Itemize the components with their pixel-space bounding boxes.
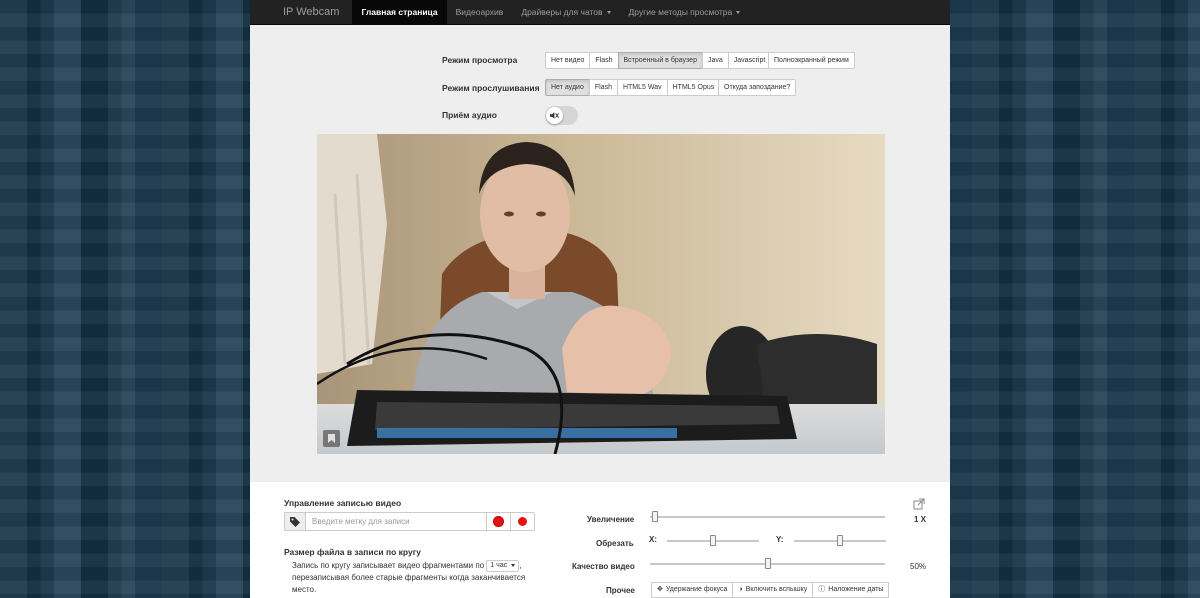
- crop-y-slider-thumb[interactable]: [837, 535, 843, 546]
- view-mode-java[interactable]: Java: [701, 52, 729, 69]
- flash-toggle-button[interactable]: ◑ Включить вспышку: [732, 582, 814, 598]
- view-mode-none[interactable]: Нет видео: [545, 52, 591, 69]
- record-loop-button[interactable]: [486, 512, 511, 531]
- controls-panel: Управление записью видео Введите метку д…: [250, 482, 950, 598]
- tag-glyph: [290, 516, 300, 527]
- info-icon: ⓘ: [818, 586, 826, 593]
- quality-label: Качество видео: [572, 562, 635, 571]
- flash-toggle-label: Включить вспышку: [745, 586, 808, 593]
- bookmark-glyph: [328, 434, 335, 443]
- brand[interactable]: IP Webcam: [250, 0, 352, 25]
- nav-chat-drivers-label: Драйверы для чатов: [521, 6, 603, 17]
- nav-other-methods-label: Другие методы просмотра: [628, 6, 733, 17]
- crop-y-label: Y:: [776, 535, 784, 544]
- bookmark-icon[interactable]: [323, 430, 340, 447]
- record-loop-icon: [494, 517, 503, 526]
- zoom-value: 1 X: [914, 515, 927, 524]
- date-overlay-button[interactable]: ⓘ Наложение даты: [812, 582, 890, 598]
- half-circle-icon: ◑: [738, 586, 743, 593]
- quality-slider-thumb[interactable]: [764, 558, 771, 569]
- navbar: IP Webcam Главная страница Видеоархив Др…: [250, 0, 950, 25]
- loop-size-title: Размер файла в записи по кругу: [284, 547, 421, 557]
- recording-tag-group: Введите метку для записи: [284, 512, 535, 531]
- loop-chunk-select[interactable]: 1 час: [486, 560, 520, 572]
- zoom-slider[interactable]: [650, 516, 885, 518]
- listen-mode-html5-opus[interactable]: HTML5 Opus: [666, 79, 721, 96]
- crop-label: Обрезать: [596, 539, 634, 548]
- webcam-image: [317, 134, 885, 454]
- speaker-icon: [550, 112, 559, 119]
- record-icon: [518, 517, 527, 526]
- view-mode-javascript[interactable]: Javascript: [727, 52, 772, 69]
- move-icon: ✥: [657, 586, 663, 593]
- view-mode-group: Нет видео Flash Встроенный в браузер Jav…: [545, 52, 772, 69]
- nav-home[interactable]: Главная страница: [352, 0, 447, 25]
- tag-icon: [284, 512, 306, 531]
- zoom-label: Увеличение: [587, 515, 635, 524]
- date-overlay-label: Наложение даты: [828, 586, 884, 593]
- zoom-slider-thumb[interactable]: [651, 511, 658, 522]
- view-mode-browser[interactable]: Встроенный в браузер: [617, 52, 703, 69]
- audio-receive-toggle[interactable]: [545, 106, 578, 125]
- quality-value: 50%: [910, 562, 927, 571]
- caret-down-icon: [511, 563, 516, 567]
- nav-video-archive[interactable]: Видеоархив: [447, 0, 513, 25]
- fullscreen-button[interactable]: Полноэкранный режим: [768, 52, 855, 69]
- video-stream[interactable]: [317, 134, 885, 454]
- recording-tag-input[interactable]: Введите метку для записи: [306, 512, 487, 531]
- caret-down-icon: [606, 10, 611, 14]
- recording-title: Управление записью видео: [284, 498, 402, 508]
- listen-mode-none[interactable]: Нет аудио: [545, 79, 590, 96]
- crop-x-label: X:: [649, 535, 657, 544]
- page-container: IP Webcam Главная страница Видеоархив Др…: [250, 0, 950, 598]
- caret-down-icon: [736, 10, 741, 14]
- loop-size-description: Запись по кругу записывает видео фрагмен…: [292, 560, 532, 596]
- view-mode-label: Режим просмотра: [442, 55, 518, 65]
- listen-mode-group: Нет аудио Flash HTML5 Wav HTML5 Opus: [545, 79, 721, 96]
- focus-hold-label: Удержание фокуса: [665, 586, 728, 593]
- record-button[interactable]: [510, 512, 535, 531]
- misc-label: Прочее: [606, 586, 635, 595]
- loop-chunk-value: 1 час: [490, 562, 508, 569]
- toggle-knob: [546, 107, 563, 124]
- external-link-icon[interactable]: [913, 498, 925, 510]
- latency-help-button[interactable]: Откуда запоздание?: [718, 79, 797, 96]
- listen-mode-html5-wav[interactable]: HTML5 Wav: [616, 79, 668, 96]
- listen-mode-flash[interactable]: Flash: [588, 79, 618, 96]
- view-mode-flash[interactable]: Flash: [589, 52, 619, 69]
- misc-buttons: ✥ Удержание фокуса ◑ Включить вспышку ⓘ Нал…: [651, 582, 890, 598]
- crop-x-slider-thumb[interactable]: [710, 535, 716, 546]
- loop-text-part1: Запись по кругу записывает видео фрагмен…: [292, 561, 485, 571]
- listen-mode-label: Режим прослушивания: [442, 83, 540, 93]
- audio-receive-label: Приём аудио: [442, 110, 497, 120]
- nav-other-methods[interactable]: Другие методы просмотра: [620, 0, 750, 25]
- nav-chat-drivers[interactable]: Драйверы для чатов: [512, 0, 619, 25]
- focus-hold-button[interactable]: ✥ Удержание фокуса: [651, 582, 734, 598]
